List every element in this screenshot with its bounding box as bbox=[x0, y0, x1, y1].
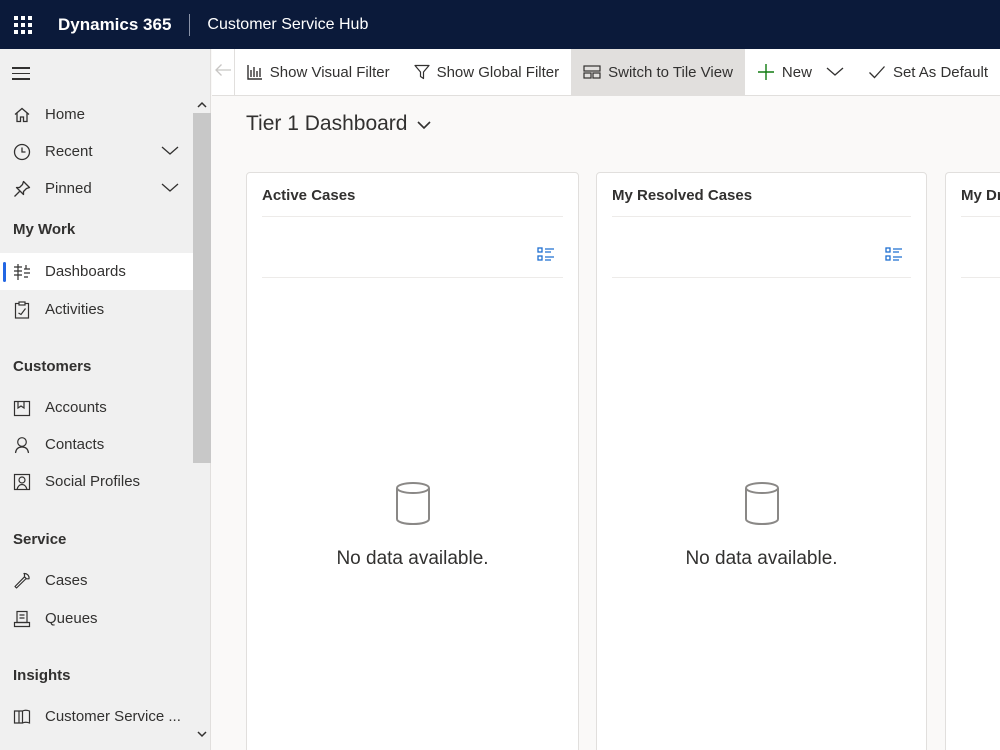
sidebar-item-label: Social Profiles bbox=[45, 473, 141, 490]
sidebar-item-label: Activities bbox=[45, 301, 105, 318]
card-divider bbox=[961, 216, 1000, 217]
set-as-default-button[interactable]: Set As Default bbox=[856, 49, 1000, 95]
sidebar-item-label: Cases bbox=[45, 572, 88, 589]
new-label: New bbox=[781, 63, 812, 81]
card-divider bbox=[612, 277, 911, 278]
sidebar-item-cases[interactable]: Cases bbox=[0, 562, 193, 599]
scroll-down-arrow-icon[interactable] bbox=[196, 727, 208, 739]
no-data-message: No data available. bbox=[336, 548, 489, 569]
group-title-my-work: My Work bbox=[13, 221, 76, 238]
card-title[interactable]: Active Cases bbox=[262, 187, 355, 204]
database-icon bbox=[743, 481, 781, 532]
card-divider bbox=[262, 216, 563, 217]
show-visual-filter-label: Show Visual Filter bbox=[269, 63, 390, 81]
group-title-customers: Customers bbox=[13, 358, 92, 375]
scrollbar-thumb[interactable] bbox=[193, 113, 211, 463]
sitemap-sidebar: Home Recent Pinned My Work Dashboards Ac… bbox=[0, 49, 211, 750]
checkmark-icon bbox=[868, 65, 886, 79]
chevron-down-icon[interactable] bbox=[417, 112, 432, 136]
sidebar-item-queues[interactable]: Queues bbox=[0, 600, 193, 637]
clock-icon bbox=[12, 143, 32, 161]
back-button[interactable] bbox=[212, 49, 235, 95]
group-title-service: Service bbox=[13, 531, 67, 548]
card-title[interactable]: My Drafts bbox=[961, 187, 1000, 204]
accounts-icon bbox=[12, 399, 32, 417]
show-visual-filter-button[interactable]: Show Visual Filter bbox=[235, 49, 402, 95]
sidebar-item-accounts[interactable]: Accounts bbox=[0, 389, 193, 426]
back-arrow-icon bbox=[214, 63, 232, 81]
top-navigation-bar: Dynamics 365 Customer Service Hub bbox=[0, 0, 1000, 49]
chevron-down-icon[interactable] bbox=[161, 180, 179, 197]
database-icon bbox=[394, 481, 432, 532]
dashboard-card-my-resolved-cases: My Resolved Cases No data available. bbox=[596, 172, 927, 750]
chevron-down-icon[interactable] bbox=[161, 143, 179, 160]
sidebar-item-label: Dashboards bbox=[45, 263, 126, 280]
view-selector-list-icon[interactable] bbox=[537, 247, 555, 266]
clipboard-icon bbox=[12, 300, 32, 319]
card-divider bbox=[612, 216, 911, 217]
sidebar-item-customer-service-insights[interactable]: Customer Service ... bbox=[0, 698, 193, 735]
sidebar-item-label: Queues bbox=[45, 610, 98, 627]
sidebar-item-social-profiles[interactable]: Social Profiles bbox=[0, 463, 193, 500]
switch-to-tile-view-button[interactable]: Switch to Tile View bbox=[571, 49, 745, 95]
chevron-down-icon[interactable] bbox=[826, 64, 844, 81]
person-icon bbox=[12, 436, 32, 454]
sidebar-item-label: Home bbox=[45, 106, 86, 123]
queue-icon bbox=[12, 610, 32, 628]
dashboard-card-active-cases: Active Cases No data available. bbox=[246, 172, 579, 750]
set-as-default-label: Set As Default bbox=[892, 63, 988, 81]
card-title[interactable]: My Resolved Cases bbox=[612, 187, 752, 204]
tile-view-icon bbox=[583, 65, 601, 79]
brand-title[interactable]: Dynamics 365 bbox=[58, 15, 171, 35]
filter-icon bbox=[413, 64, 430, 80]
app-launcher-waffle-icon[interactable] bbox=[0, 0, 46, 49]
hamburger-menu-icon[interactable] bbox=[12, 67, 30, 84]
view-selector-list-icon[interactable] bbox=[885, 247, 903, 266]
sidebar-item-contacts[interactable]: Contacts bbox=[0, 426, 193, 463]
sidebar-item-label: Pinned bbox=[45, 180, 92, 197]
sidebar-item-label: Recent bbox=[45, 143, 93, 160]
empty-state: No data available. bbox=[247, 481, 578, 570]
sidebar-item-activities[interactable]: Activities bbox=[0, 291, 193, 328]
wrench-icon bbox=[12, 572, 32, 590]
command-bar: Show Visual Filter Show Global Filter Sw… bbox=[212, 49, 1000, 96]
sidebar-item-recent[interactable]: Recent bbox=[0, 133, 193, 170]
empty-state: No data available. bbox=[597, 481, 926, 570]
bar-chart-icon bbox=[247, 64, 263, 80]
card-divider bbox=[262, 277, 563, 278]
header-divider bbox=[189, 13, 191, 36]
sidebar-item-home[interactable]: Home bbox=[0, 96, 193, 133]
insights-book-icon bbox=[12, 709, 32, 725]
scroll-up-arrow-icon[interactable] bbox=[196, 98, 208, 110]
sidebar-item-label: Accounts bbox=[45, 399, 107, 416]
sidebar-item-label: Customer Service ... bbox=[45, 708, 181, 725]
page-title: Tier 1 Dashboard bbox=[246, 112, 408, 135]
switch-to-tile-view-label: Switch to Tile View bbox=[608, 63, 733, 81]
sidebar-item-label: Contacts bbox=[45, 436, 105, 453]
show-global-filter-label: Show Global Filter bbox=[436, 63, 560, 81]
home-icon bbox=[12, 107, 32, 123]
sidebar-scrollbar[interactable] bbox=[193, 95, 211, 750]
new-button[interactable]: New bbox=[745, 49, 856, 95]
dashboard-selector[interactable]: Tier 1 Dashboard bbox=[246, 112, 432, 136]
dashboard-card-my-drafts: My Drafts bbox=[945, 172, 1000, 750]
dashboard-icon bbox=[12, 263, 32, 281]
pin-icon bbox=[12, 180, 32, 198]
sidebar-item-pinned[interactable]: Pinned bbox=[0, 170, 193, 207]
card-divider bbox=[961, 277, 1000, 278]
show-global-filter-button[interactable]: Show Global Filter bbox=[402, 49, 572, 95]
app-name[interactable]: Customer Service Hub bbox=[207, 16, 368, 34]
no-data-message: No data available. bbox=[685, 548, 838, 569]
social-profile-icon bbox=[12, 473, 32, 491]
sidebar-item-dashboards[interactable]: Dashboards bbox=[0, 253, 193, 290]
plus-icon bbox=[757, 63, 775, 81]
group-title-insights: Insights bbox=[13, 667, 71, 684]
